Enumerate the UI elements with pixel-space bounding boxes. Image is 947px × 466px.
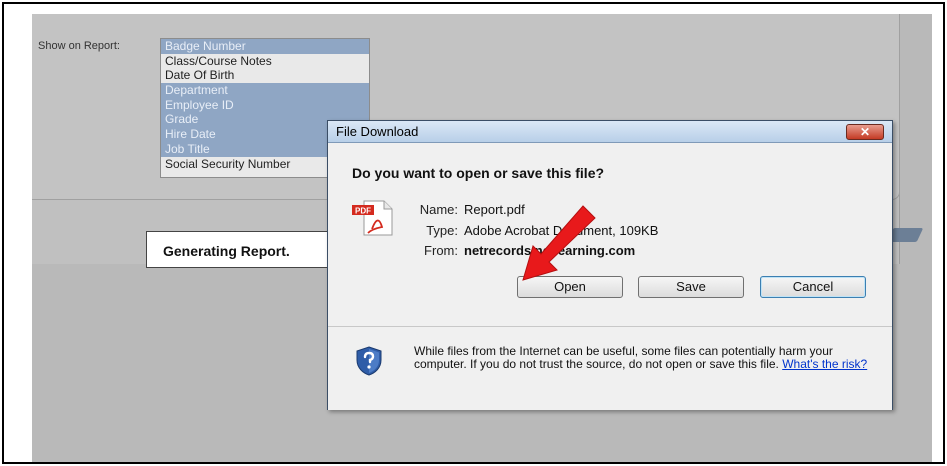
cancel-button[interactable]: Cancel	[760, 276, 866, 298]
report-field-option[interactable]: Date Of Birth	[161, 68, 369, 83]
from-label: From:	[424, 243, 458, 258]
warning-text: While files from the Internet can be use…	[414, 344, 833, 371]
pdf-file-icon: PDF	[352, 200, 393, 236]
close-button[interactable]: ✕	[846, 124, 884, 140]
security-warning: While files from the Internet can be use…	[414, 345, 874, 371]
type-label: Type:	[426, 223, 458, 238]
dialog-title: File Download	[336, 124, 419, 139]
name-value: Report.pdf	[464, 202, 525, 217]
report-field-option[interactable]: Class/Course Notes	[161, 54, 369, 69]
type-value: Adobe Acrobat Document, 109KB	[464, 223, 659, 238]
close-icon: ✕	[859, 125, 871, 139]
report-field-option[interactable]: Badge Number	[161, 39, 369, 54]
name-label: Name:	[419, 202, 458, 217]
dialog-titlebar[interactable]: File Download ✕	[328, 121, 892, 143]
report-field-option[interactable]: Department	[161, 83, 369, 98]
pdf-badge-text: PDF	[355, 207, 371, 216]
download-question: Do you want to open or save this file?	[352, 165, 605, 181]
save-button[interactable]: Save	[638, 276, 744, 298]
file-download-dialog: File Download ✕ Do you want to open or s…	[327, 120, 893, 410]
open-button[interactable]: Open	[517, 276, 623, 298]
show-on-report-label: Show on Report:	[38, 40, 120, 52]
from-value: netrecords.netlearning.com	[464, 243, 636, 258]
shield-question-icon	[356, 346, 382, 376]
report-field-option[interactable]: Employee ID	[161, 97, 369, 113]
whats-the-risk-link[interactable]: What's the risk?	[782, 357, 867, 371]
generating-report-status: Generating Report.	[146, 231, 336, 268]
